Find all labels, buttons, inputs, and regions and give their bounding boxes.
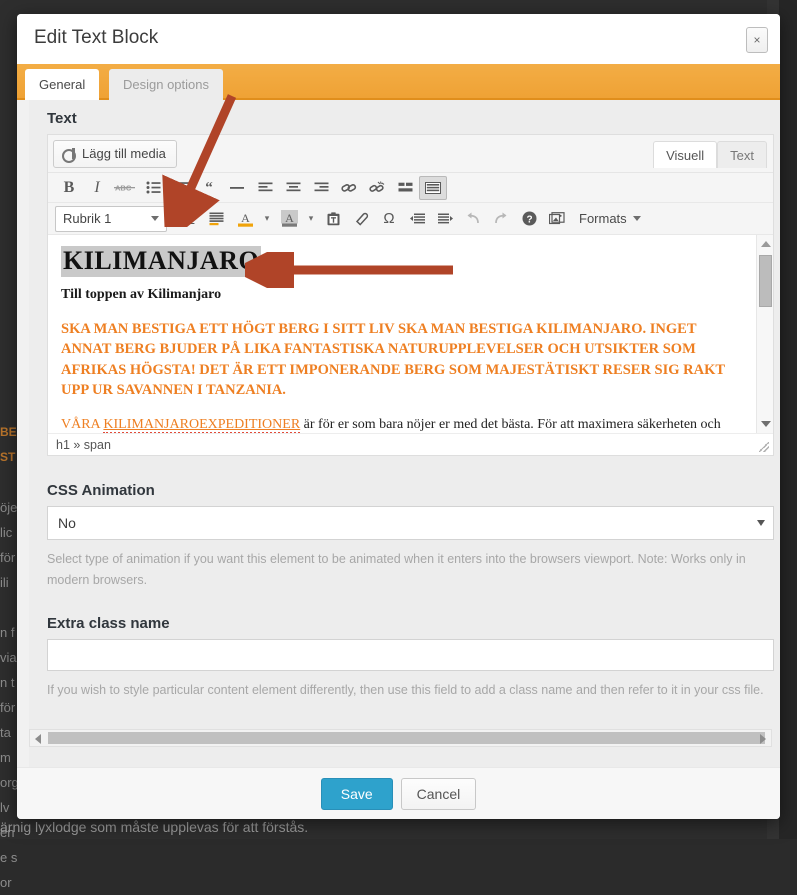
insert-image-icon[interactable]: [543, 207, 571, 231]
editor-media-bar: Lägg till media VisuellText: [48, 135, 773, 173]
increase-indent-icon[interactable]: [431, 207, 459, 231]
panel-horizontal-scrollbar[interactable]: [29, 729, 772, 747]
redo-icon[interactable]: [487, 207, 515, 231]
text-color-icon[interactable]: A: [231, 207, 259, 231]
align-center-icon[interactable]: [279, 176, 307, 200]
undo-icon[interactable]: [459, 207, 487, 231]
close-icon[interactable]: ×: [746, 27, 768, 53]
background-text-fragment: e s: [0, 845, 30, 870]
justify-icon[interactable]: [203, 207, 231, 231]
modal-footer: Save Cancel: [17, 767, 780, 819]
scroll-up-icon[interactable]: [761, 241, 771, 247]
modal-header: Edit Text Block ×: [17, 14, 780, 64]
toolbar-row2-buttons: U A ▾ A ▾ Ω?: [175, 207, 571, 231]
blockquote-icon[interactable]: “: [195, 176, 223, 200]
last-paragraph-rest: är för er som bara nöjer er med det bäst…: [300, 417, 721, 432]
tab-design-options[interactable]: Design options: [109, 69, 223, 100]
formats-label: Formats: [579, 211, 627, 226]
formats-menu[interactable]: Formats: [579, 211, 641, 226]
align-left-icon[interactable]: [251, 176, 279, 200]
svg-text:?: ?: [526, 215, 532, 226]
cancel-button[interactable]: Cancel: [401, 778, 477, 810]
element-path: h1 » span: [56, 438, 111, 452]
scroll-down-icon[interactable]: [761, 421, 771, 427]
kitchen-sink-icon[interactable]: [419, 176, 447, 200]
keyboard-shortcuts-icon[interactable]: ?: [515, 207, 543, 231]
svg-text:A: A: [285, 211, 294, 225]
media-icon: [62, 148, 76, 161]
background-right-strip: [779, 0, 797, 839]
text-field-label: Text: [47, 110, 780, 127]
svg-text:3: 3: [174, 190, 177, 194]
css-animation-value: No: [58, 515, 76, 531]
document-caps-paragraph: SKA MAN BESTIGA ETT HÖGT BERG I SITT LIV…: [61, 319, 743, 401]
scroll-right-icon[interactable]: [760, 734, 766, 744]
format-select[interactable]: Rubrik 1: [55, 206, 167, 232]
editor-content-area[interactable]: KILIMANJARO Till toppen av Kilimanjaro S…: [48, 235, 773, 433]
editor-toolbar-row-1: BIABC 123 “: [48, 173, 773, 203]
last-paragraph-prefix: VÅRA: [61, 417, 103, 432]
bold-icon[interactable]: B: [55, 176, 83, 200]
editor-toolbar-row-2: Rubrik 1 U A ▾ A ▾ Ω? Formats: [48, 203, 773, 235]
format-select-value: Rubrik 1: [63, 211, 111, 226]
document-heading: KILIMANJARO: [61, 246, 261, 277]
horizontal-scrollbar-thumb[interactable]: [48, 732, 765, 744]
modal-body: Text Lägg till media VisuellText BIABC12…: [17, 100, 780, 803]
add-media-button[interactable]: Lägg till media: [53, 140, 177, 168]
add-media-label: Lägg till media: [82, 141, 166, 167]
insert-link-icon[interactable]: [335, 176, 363, 200]
special-character-icon[interactable]: Ω: [375, 207, 403, 231]
align-right-icon[interactable]: [307, 176, 335, 200]
svg-text:“: “: [205, 181, 213, 194]
wysiwyg-editor: Lägg till media VisuellText BIABC 123 “ Ru…: [47, 134, 774, 456]
document-last-paragraph: VÅRA KILIMANJAROEXPEDITIONER är för er s…: [61, 415, 743, 433]
modal-tab-bar: General Design options: [17, 64, 780, 100]
background-color-icon[interactable]: A: [275, 207, 303, 231]
paste-as-text-icon[interactable]: [319, 207, 347, 231]
chevron-down-icon: [757, 520, 765, 526]
remove-link-icon[interactable]: [363, 176, 391, 200]
decrease-indent-icon[interactable]: [403, 207, 431, 231]
document-inline-link[interactable]: KILIMANJAROEXPEDITIONER: [103, 417, 300, 433]
underline-icon[interactable]: U: [175, 207, 203, 231]
css-animation-select[interactable]: No: [47, 506, 774, 540]
page-title: Edit Text Block: [34, 27, 158, 49]
clear-formatting-icon[interactable]: [347, 207, 375, 231]
insert-read-more-icon[interactable]: [391, 176, 419, 200]
document-subheading: Till toppen av Kilimanjaro: [61, 287, 743, 303]
save-button[interactable]: Save: [321, 778, 393, 810]
chevron-down-icon: [633, 216, 641, 221]
tab-visual[interactable]: Visuell: [653, 141, 717, 168]
background-color-dropdown-icon[interactable]: ▾: [303, 207, 319, 231]
css-animation-help: Select type of animation if you want thi…: [47, 549, 780, 591]
editor-view-tabs: VisuellText: [653, 141, 767, 168]
scrollbar-thumb[interactable]: [759, 255, 772, 307]
edit-text-block-modal: Edit Text Block × General Design options…: [17, 14, 780, 819]
chevron-down-icon: [151, 216, 159, 221]
extra-class-help: If you wish to style particular content …: [47, 680, 780, 701]
tab-general[interactable]: General: [25, 69, 99, 100]
background-text-fragment: or: [0, 870, 30, 895]
italic-icon[interactable]: I: [83, 176, 111, 200]
horizontal-rule-icon[interactable]: [223, 176, 251, 200]
resize-handle[interactable]: [759, 442, 769, 452]
css-animation-label: CSS Animation: [47, 482, 780, 499]
background-bottom-text: ärnig lyxlodge som måste upplevas för at…: [0, 819, 308, 835]
svg-text:A: A: [241, 211, 250, 225]
general-tab-panel: Text Lägg till media VisuellText BIABC12…: [29, 100, 780, 803]
text-color-dropdown-icon[interactable]: ▾: [259, 207, 275, 231]
tab-text[interactable]: Text: [717, 141, 767, 168]
strikethrough-icon[interactable]: ABC: [111, 176, 139, 200]
scroll-left-icon[interactable]: [35, 734, 41, 744]
element-path-bar: h1 » span: [48, 433, 773, 455]
numbered-list-icon[interactable]: 123: [167, 176, 195, 200]
editor-vertical-scrollbar[interactable]: [756, 235, 773, 433]
bulleted-list-icon[interactable]: [139, 176, 167, 200]
extra-class-label: Extra class name: [47, 615, 780, 632]
extra-class-input[interactable]: [47, 639, 774, 671]
